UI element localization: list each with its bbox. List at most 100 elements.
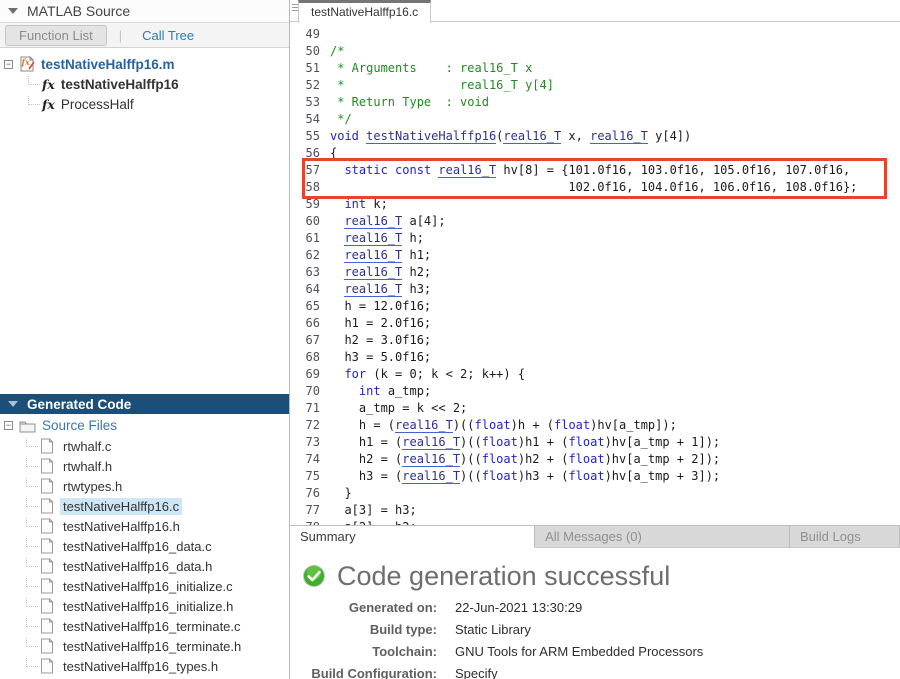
tree-item-file[interactable]: testNativeHalffp16.c	[0, 496, 289, 516]
tree-connector	[26, 478, 38, 487]
tree-item-file[interactable]: testNativeHalffp16_data.c	[0, 536, 289, 556]
code-link[interactable]: real16_T	[344, 282, 402, 297]
collapse-minus-icon[interactable]: −	[4, 421, 13, 430]
code-link[interactable]: real16_T	[402, 452, 460, 467]
code-line: 63 real16_T h2;	[290, 264, 900, 281]
code-token: h3 = (	[330, 469, 402, 483]
code-text: h2 = (real16_T)((float)h2 + (float)hv[a_…	[330, 451, 720, 468]
tree-item-file[interactable]: testNativeHalffp16_terminate.h	[0, 636, 289, 656]
code-link[interactable]: real16_T	[344, 214, 402, 229]
collapse-minus-icon[interactable]: −	[4, 60, 13, 69]
line-number: 73	[302, 434, 320, 451]
line-number: 49	[302, 26, 320, 43]
tree-item-file[interactable]: testNativeHalffp16.h	[0, 516, 289, 536]
tree-item-source-file[interactable]: − fx testNativeHalffp16.m	[0, 54, 289, 74]
code-link[interactable]: real16_T	[344, 231, 402, 246]
code-link[interactable]: real16_T	[438, 163, 496, 178]
tree-item-file[interactable]: rtwhalf.h	[0, 456, 289, 476]
code-line: 61 real16_T h;	[290, 230, 900, 247]
report-tab-strip: SummaryAll Messages (0)Build Logs	[290, 525, 900, 548]
tree-connector	[26, 518, 38, 527]
code-line: 62 real16_T h1;	[290, 247, 900, 264]
code-token: a[3] = h3;	[330, 503, 417, 517]
svg-text:fx: fx	[21, 57, 30, 67]
matlab-source-header[interactable]: MATLAB Source	[0, 0, 289, 23]
code-link[interactable]: real16_T	[402, 469, 460, 484]
code-text: for (k = 0; k < 2; k++) {	[330, 366, 525, 383]
status-line: Code generation successful	[302, 560, 900, 592]
code-token: int	[359, 384, 381, 398]
line-number: 72	[302, 417, 320, 434]
generated-code-header[interactable]: Generated Code	[0, 394, 289, 414]
code-text: real16_T h2;	[330, 264, 431, 281]
code-link[interactable]: real16_T	[344, 248, 402, 263]
code-link[interactable]: real16_T	[395, 418, 453, 433]
code-text: real16_T a[4];	[330, 213, 446, 230]
field-value: Specify	[455, 666, 498, 679]
code-line: 65 h = 12.0f16;	[290, 298, 900, 315]
code-token: )h1 + (	[518, 435, 569, 449]
code-line: 66 h1 = 2.0f16;	[290, 315, 900, 332]
code-token	[330, 248, 344, 262]
collapse-triangle-icon[interactable]	[8, 8, 18, 14]
function-name: ProcessHalf	[61, 97, 134, 112]
file-icon	[40, 618, 54, 634]
tree-connector	[26, 538, 38, 547]
tree-item-function[interactable]: fx ProcessHalf	[0, 94, 289, 114]
report-tab-build-logs[interactable]: Build Logs	[790, 526, 900, 548]
code-line: 56{	[290, 145, 900, 162]
file-icon	[40, 518, 54, 534]
code-token: h2;	[402, 265, 431, 279]
code-link[interactable]: real16_T	[503, 129, 561, 144]
code-line: 71 a_tmp = k << 2;	[290, 400, 900, 417]
code-link[interactable]: real16_T	[344, 265, 402, 280]
tree-item-function[interactable]: fx testNativeHalffp16	[0, 74, 289, 94]
code-token: */	[330, 112, 352, 126]
code-token: h1 = 2.0f16;	[330, 316, 431, 330]
tree-item-source-files-folder[interactable]: − Source Files	[0, 415, 289, 436]
line-number: 58	[302, 179, 320, 196]
file-icon	[40, 578, 54, 594]
report-tab-summary[interactable]: Summary	[290, 526, 535, 548]
code-text: 102.0f16, 104.0f16, 106.0f16, 108.0f16};	[330, 179, 857, 196]
code-token: h3;	[402, 282, 431, 296]
code-editor[interactable]: 4950/*51 * Arguments : real16_T x52 * re…	[290, 22, 900, 525]
tree-item-file[interactable]: testNativeHalffp16_initialize.h	[0, 596, 289, 616]
line-number: 64	[302, 281, 320, 298]
file-icon	[40, 598, 54, 614]
code-text: void testNativeHalffp16(real16_T x, real…	[330, 128, 691, 145]
code-token: * Return Type : void	[330, 95, 489, 109]
code-line: 51 * Arguments : real16_T x	[290, 60, 900, 77]
file-icon	[40, 538, 54, 554]
code-token: 102.0f16, 104.0f16, 106.0f16, 108.0f16};	[330, 180, 857, 194]
code-token	[388, 163, 395, 177]
code-token	[330, 282, 344, 296]
file-name: testNativeHalffp16_data.c	[60, 538, 215, 555]
tree-item-file[interactable]: testNativeHalffp16_terminate.c	[0, 616, 289, 636]
field-label: Toolchain:	[290, 644, 437, 659]
code-token: float	[568, 469, 604, 483]
code-link[interactable]: real16_T	[402, 435, 460, 450]
code-token: float	[568, 452, 604, 466]
tab-call-tree[interactable]: Call Tree	[132, 26, 204, 45]
tree-item-file[interactable]: rtwtypes.h	[0, 476, 289, 496]
tree-item-file[interactable]: testNativeHalffp16_initialize.c	[0, 576, 289, 596]
code-token: )((	[460, 469, 482, 483]
editor-tab-active[interactable]: testNativeHalffp16.c	[298, 0, 431, 23]
code-token: float	[482, 452, 518, 466]
report-tab-all-messages-[interactable]: All Messages (0)	[535, 526, 790, 548]
code-token: float	[482, 435, 518, 449]
code-link[interactable]: testNativeHalffp16	[366, 129, 496, 144]
tab-function-list[interactable]: Function List	[5, 25, 107, 46]
tree-item-file[interactable]: testNativeHalffp16_data.h	[0, 556, 289, 576]
code-token: )h3 + (	[518, 469, 569, 483]
code-token: )hv[a_tmp + 3]);	[605, 469, 721, 483]
code-link[interactable]: real16_T	[590, 129, 648, 144]
code-token: h = (	[330, 418, 395, 432]
function-icon: fx	[42, 97, 55, 112]
tree-item-file[interactable]: rtwhalf.c	[0, 436, 289, 456]
code-view-panel: testNativeHalffp16.c 4950/*51 * Argument…	[290, 0, 900, 679]
code-token: h;	[402, 231, 424, 245]
collapse-triangle-icon[interactable]	[8, 401, 18, 407]
tree-item-file[interactable]: testNativeHalffp16_types.h	[0, 656, 289, 676]
